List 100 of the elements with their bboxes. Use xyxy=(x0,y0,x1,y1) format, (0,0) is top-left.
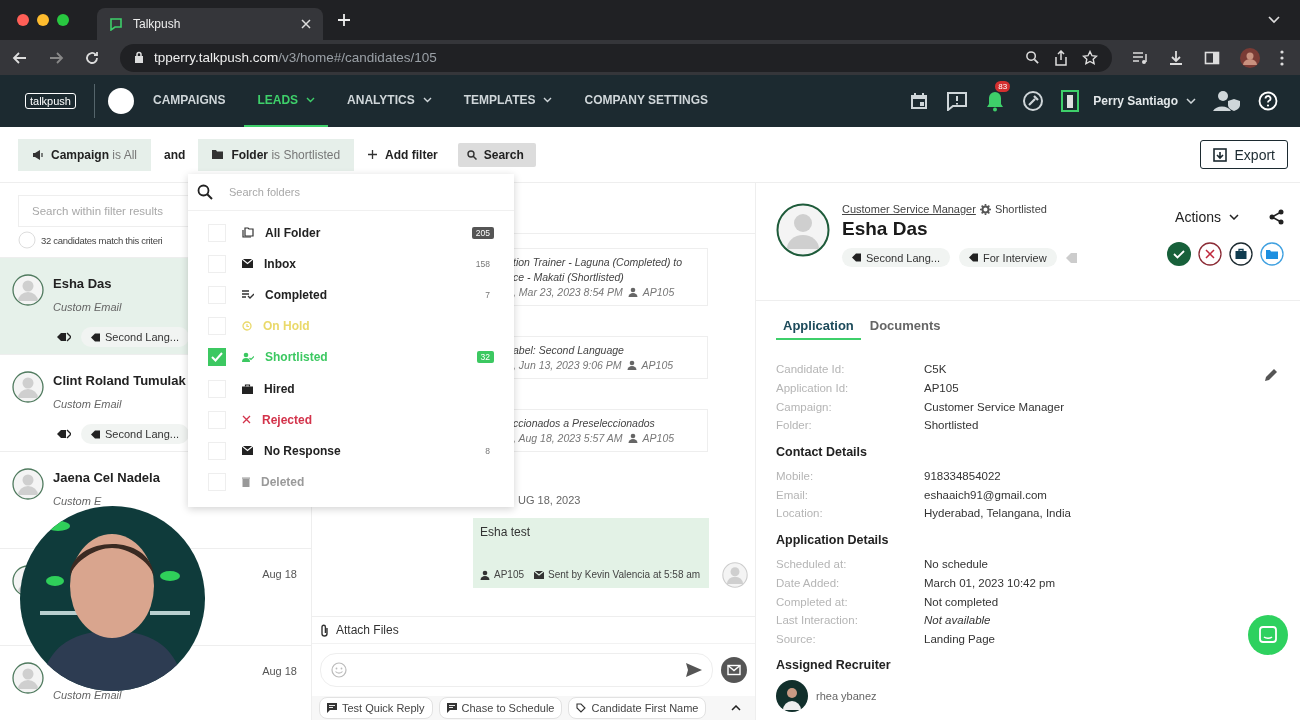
forward-icon[interactable] xyxy=(48,49,64,66)
checklist-icon xyxy=(242,290,254,300)
new-tab-icon[interactable] xyxy=(337,13,351,27)
tag[interactable]: Second Lang... xyxy=(81,424,189,444)
user-shield-icon[interactable] xyxy=(1213,90,1241,112)
clock-icon xyxy=(242,321,252,332)
reload-icon[interactable] xyxy=(84,49,100,66)
activity-text: tion Trainer - Laguna (Completed) to xyxy=(513,256,684,268)
gear-icon xyxy=(979,203,991,215)
field-value: Landing Page xyxy=(924,632,995,645)
caret-icon xyxy=(1229,214,1239,220)
tab[interactable]: Application xyxy=(776,315,861,340)
logo[interactable]: talkpush xyxy=(25,93,76,109)
lock-icon xyxy=(134,51,144,64)
candidate-name: Jaena Cel Nadela xyxy=(53,469,160,485)
campaign-link[interactable]: Customer Service Manager xyxy=(842,203,976,215)
field-value: Customer Service Manager xyxy=(924,400,1064,413)
attach-files-button[interactable]: Attach Files xyxy=(312,623,407,637)
candidate-subtitle: Custom E xyxy=(53,495,103,507)
person-icon xyxy=(627,433,638,443)
nav-tab[interactable]: ANALYTICS xyxy=(334,75,445,127)
hire-button[interactable] xyxy=(1229,242,1253,266)
calendar-icon[interactable] xyxy=(909,91,930,111)
share-icon[interactable] xyxy=(1269,209,1284,225)
maximize-window-icon[interactable] xyxy=(57,14,69,26)
media-icon[interactable] xyxy=(1132,49,1148,66)
activity-author: AP105 xyxy=(642,286,675,298)
feedback-icon[interactable] xyxy=(946,91,969,111)
field-value: Not completed xyxy=(924,595,999,608)
nav-tab[interactable]: LEADS xyxy=(244,75,329,127)
export-button[interactable]: Export xyxy=(1199,140,1288,169)
folder-count: 205 xyxy=(471,226,494,239)
bell-icon[interactable] xyxy=(985,90,1006,112)
field-value: Not available xyxy=(924,614,991,627)
quick-reply-button[interactable]: Test Quick Reply xyxy=(319,697,433,719)
field-label: Mobile: xyxy=(776,470,815,483)
message-icon xyxy=(327,703,337,713)
more-icon[interactable] xyxy=(1280,49,1284,66)
close-window-icon[interactable] xyxy=(17,14,29,26)
folder-label: On Hold xyxy=(263,319,310,334)
back-icon[interactable] xyxy=(12,49,28,66)
user-menu[interactable]: Perry Santiago xyxy=(1093,94,1196,108)
activity-time: , Aug 18, 2023 5:57 AM xyxy=(513,432,623,444)
candidate-name: Esha Das xyxy=(53,275,112,291)
recruiter-name: rhea ybanez xyxy=(816,690,877,703)
tag-icon xyxy=(852,253,861,262)
tag-icon xyxy=(91,332,100,342)
candidate-name: Esha Das xyxy=(842,218,929,240)
profile-avatar-icon[interactable] xyxy=(1240,47,1260,68)
nav-tab[interactable]: CAMPAIGNS xyxy=(140,75,239,127)
approve-button[interactable] xyxy=(1167,242,1191,266)
joiner-label: and xyxy=(164,147,186,162)
chevron-up-icon[interactable] xyxy=(731,705,741,711)
minimize-window-icon[interactable] xyxy=(37,14,49,26)
tag[interactable]: Second Lang... xyxy=(81,327,189,347)
close-icon[interactable] xyxy=(301,19,311,29)
quick-reply-button[interactable]: Candidate First Name xyxy=(568,697,707,719)
add-filter-button[interactable]: Add filter xyxy=(360,141,446,168)
tools-icon[interactable] xyxy=(1022,90,1045,112)
field-label: Application Id: xyxy=(776,382,850,395)
radio-button[interactable] xyxy=(18,231,36,249)
checkbox[interactable] xyxy=(208,348,226,367)
date-label: UG 18, 2023 xyxy=(518,494,582,506)
share-icon[interactable] xyxy=(1054,49,1068,66)
move-folder-button[interactable] xyxy=(1260,242,1284,266)
chevron-down-icon[interactable] xyxy=(1268,16,1280,24)
field-label: Folder: xyxy=(776,419,813,432)
actions-menu[interactable]: Actions xyxy=(1175,209,1239,225)
filter-chip[interactable]: Campaign is All xyxy=(18,138,152,171)
tag[interactable]: Second Lang... xyxy=(842,248,950,267)
folder-count: 7 xyxy=(484,288,491,301)
tab[interactable]: Documents xyxy=(862,315,948,340)
zoom-icon[interactable] xyxy=(1025,50,1040,65)
quick-reply-button[interactable]: Chase to Schedule xyxy=(438,697,563,719)
folders-icon xyxy=(242,227,254,239)
message-input[interactable] xyxy=(320,653,713,687)
paperclip-icon xyxy=(320,623,329,637)
filter-chip[interactable]: Folder is Shortlisted xyxy=(198,138,355,171)
email-button[interactable] xyxy=(721,657,747,683)
nav-tab[interactable]: COMPANY SETTINGS xyxy=(571,75,722,127)
star-icon[interactable] xyxy=(1082,49,1098,66)
activity-author: AP105 xyxy=(642,432,675,444)
search-button[interactable]: Search xyxy=(457,142,536,167)
download-icon[interactable] xyxy=(1168,49,1184,66)
company-logo-icon[interactable] xyxy=(108,88,134,114)
candidate-subtitle: Custom Email xyxy=(53,398,123,410)
folder-count: 158 xyxy=(474,257,491,270)
id-card-icon[interactable] xyxy=(1061,90,1080,112)
caret-icon xyxy=(306,97,316,103)
nav-tab[interactable]: TEMPLATES xyxy=(450,75,566,127)
browser-tab[interactable]: Talkpush xyxy=(97,8,323,40)
sidebar-icon[interactable] xyxy=(1204,49,1220,66)
address-field[interactable]: tpperry.talkpush.com/v3/home#/candidates/105 xyxy=(120,43,1112,72)
edit-icon[interactable] xyxy=(1264,368,1278,382)
help-icon[interactable] xyxy=(1258,91,1278,111)
chat-bubble-icon xyxy=(109,17,123,31)
tag[interactable]: For Interview xyxy=(959,248,1057,267)
reject-button[interactable] xyxy=(1198,242,1222,266)
message-icon xyxy=(446,703,457,713)
send-icon[interactable] xyxy=(686,663,702,677)
